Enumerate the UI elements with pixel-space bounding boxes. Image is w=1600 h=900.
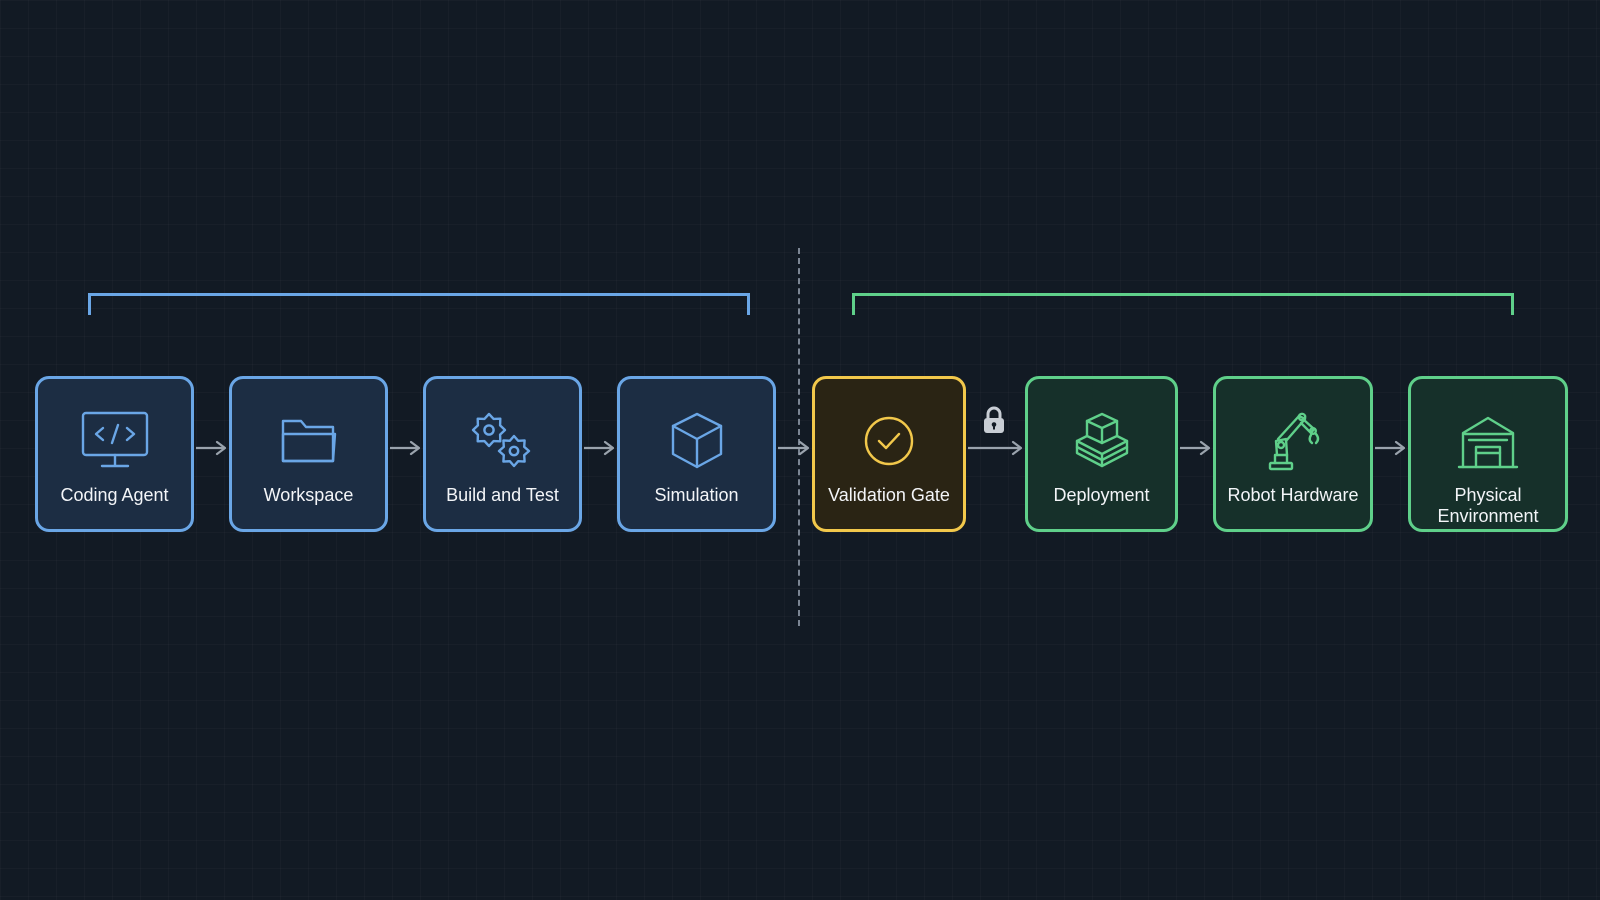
flow-arrow <box>390 438 420 458</box>
node-label: Workspace <box>263 485 354 505</box>
flow-arrow <box>584 438 614 458</box>
node-deployment: Deployment <box>1025 376 1178 532</box>
node-validation-gate: Validation Gate <box>812 376 966 532</box>
code-monitor-icon <box>78 409 152 473</box>
flow-arrow <box>778 438 809 458</box>
physical-zone-bracket <box>852 293 1514 315</box>
node-simulation: Simulation <box>617 376 776 532</box>
gears-icon <box>466 409 540 473</box>
node-physical-environment: Physical Environment <box>1408 376 1568 532</box>
node-coding-agent: Coding Agent <box>35 376 194 532</box>
node-robot-hardware: Robot Hardware <box>1213 376 1373 532</box>
stacked-boxes-icon <box>1065 409 1139 473</box>
node-label: Validation Gate <box>828 485 950 505</box>
node-label: Simulation <box>654 485 739 505</box>
node-label: Robot Hardware <box>1227 485 1359 505</box>
pipeline-diagram: Coding Agent Workspace Build and Test Simul… <box>0 0 1600 900</box>
cube-icon <box>660 409 734 473</box>
node-label: Coding Agent <box>60 485 169 505</box>
check-circle-icon <box>852 409 926 473</box>
robot-arm-icon <box>1256 409 1330 473</box>
node-label: Deployment <box>1053 485 1150 505</box>
zone-divider-line <box>798 248 800 626</box>
flow-arrow <box>196 438 226 458</box>
node-build-and-test: Build and Test <box>423 376 582 532</box>
node-label: Build and Test <box>446 485 559 505</box>
folder-icon <box>272 409 346 473</box>
node-label: Physical Environment <box>1437 485 1539 526</box>
warehouse-icon <box>1451 409 1525 473</box>
flow-arrow <box>1180 438 1210 458</box>
flow-arrow <box>1375 438 1405 458</box>
lock-icon <box>982 405 1006 435</box>
simulation-zone-bracket <box>88 293 750 315</box>
flow-arrow <box>968 438 1022 458</box>
node-workspace: Workspace <box>229 376 388 532</box>
